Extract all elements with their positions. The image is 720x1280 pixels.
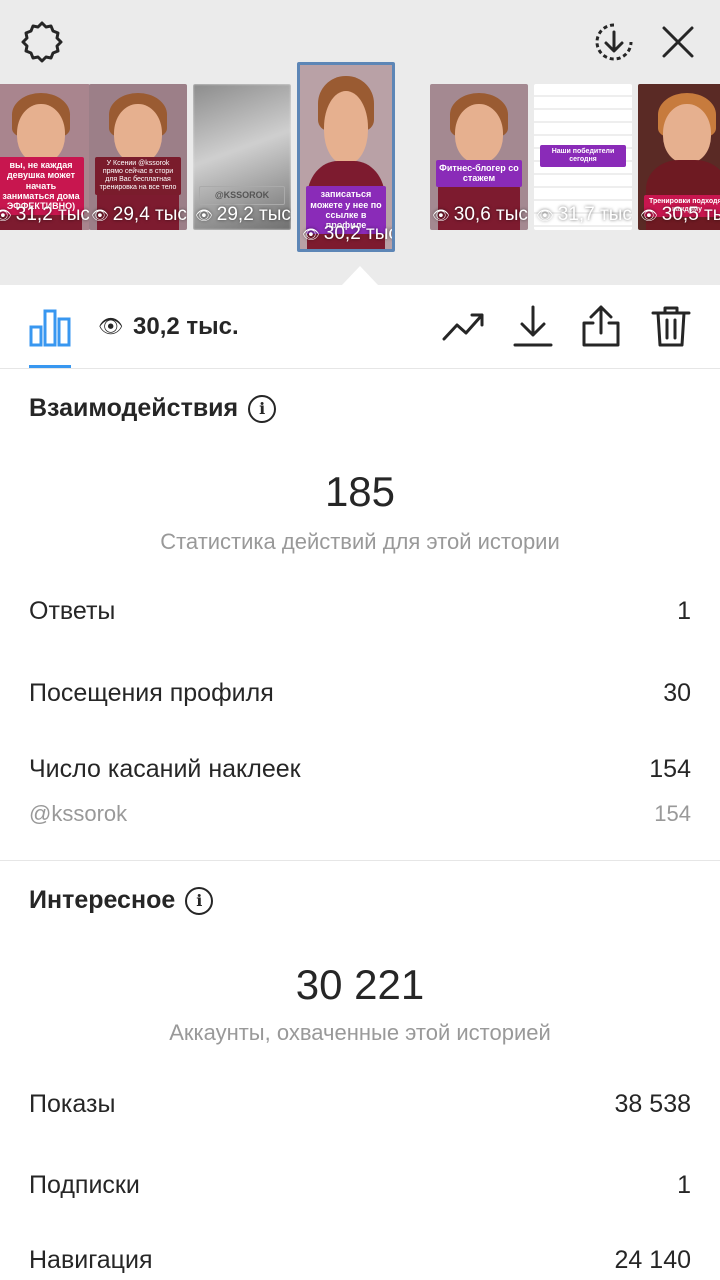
discovery-title-text: Интересное xyxy=(29,886,176,914)
stat-row-profile-visits: Посещения профиля 30 xyxy=(29,679,691,708)
story-thumbnail[interactable]: У Ксении @kssorok прямо сейчас в стори д… xyxy=(89,84,187,230)
stat-label: Посещения профиля xyxy=(29,679,274,707)
stat-row-impressions: Показы 38 538 xyxy=(29,1090,691,1119)
info-icon[interactable]: i xyxy=(248,394,277,423)
eye-icon: 👁 xyxy=(640,206,658,223)
story-caption: Наши победители сегодня xyxy=(539,145,627,168)
stat-value: 154 xyxy=(654,801,691,826)
eye-icon: 👁 xyxy=(302,225,320,242)
discovery-section-title: Интересное i xyxy=(29,886,214,915)
eye-icon: 👁 xyxy=(0,206,12,223)
story-caption: Фитнес-блогер со стажем xyxy=(435,159,523,187)
stat-value: 24 140 xyxy=(614,1246,691,1274)
close-icon[interactable] xyxy=(656,20,700,64)
trend-icon[interactable] xyxy=(442,305,484,347)
story-views: 👁30,5 тыс. xyxy=(640,204,720,225)
story-caption: У Ксении @kssorok прямо сейчас в стори д… xyxy=(94,157,182,196)
share-icon[interactable] xyxy=(580,305,622,347)
stat-label: Подписки xyxy=(29,1171,140,1199)
story-views: 👁 31,7 тыс. xyxy=(536,204,632,225)
eye-icon: 👁 xyxy=(432,206,450,223)
gear-icon[interactable] xyxy=(20,20,64,64)
interactions-title-text: Взаимодействия xyxy=(29,394,239,422)
story-thumbnail[interactable]: @KSSOROK 👁 29,2 тыс. xyxy=(193,84,291,230)
stat-label: Ответы xyxy=(29,597,116,625)
download-icon[interactable] xyxy=(512,305,554,347)
stat-row-replies: Ответы 1 xyxy=(29,597,691,626)
eye-icon: 👁 xyxy=(91,206,109,223)
eye-icon: 👁 xyxy=(536,206,554,223)
selected-story-pointer xyxy=(342,266,378,285)
interactions-total: 185 xyxy=(324,468,396,515)
discovery-total: 30 221 xyxy=(295,961,425,1008)
stat-row-sticker-mention: @kssorok 154 xyxy=(29,801,691,827)
stat-value: 30 xyxy=(663,679,691,707)
story-views: 👁 30,6 тыс. xyxy=(432,204,528,225)
stat-value: 1 xyxy=(677,597,691,625)
story-views: 👁30,2 тыс. xyxy=(302,223,392,244)
info-icon[interactable]: i xyxy=(185,886,214,915)
insights-bars-icon[interactable] xyxy=(29,305,71,347)
stat-row-navigation: Навигация 24 140 xyxy=(29,1246,691,1275)
trash-icon[interactable] xyxy=(650,305,692,347)
story-thumbnail[interactable]: Тренировки подходят каждому 👁30,5 тыс. xyxy=(638,84,720,230)
story-views: 👁 29,2 тыс. xyxy=(195,204,291,225)
eye-icon: 👁 xyxy=(98,316,124,338)
interactions-section-title: Взаимодействия i xyxy=(29,394,277,423)
story-caption: @KSSOROK xyxy=(198,186,286,205)
story-thumbnail[interactable]: вы, не каждая девушка может начать заним… xyxy=(0,84,90,230)
stat-value: 154 xyxy=(649,755,691,783)
stat-value: 38 538 xyxy=(614,1090,691,1118)
stat-label: @kssorok xyxy=(29,801,128,826)
story-thumbnail-selected[interactable]: записаться можете у нее по ссылке в проф… xyxy=(297,62,395,252)
section-divider xyxy=(0,860,720,861)
story-toolbar: 👁 30,2 тыс. xyxy=(0,285,720,369)
active-tab-indicator xyxy=(29,365,71,368)
story-views: 👁 31,2 тыс. xyxy=(0,204,90,226)
story-carousel-header: вы, не каждая девушка может начать заним… xyxy=(0,0,720,285)
view-count: 30,2 тыс. xyxy=(133,313,239,340)
discovery-subtitle: Аккаунты, охваченные этой историей xyxy=(169,1020,551,1045)
stat-value: 1 xyxy=(677,1171,691,1199)
stat-label: Показы xyxy=(29,1090,116,1118)
interactions-subtitle: Статистика действий для этой истории xyxy=(160,529,560,554)
download-circle-icon[interactable] xyxy=(592,20,636,64)
story-thumbnail[interactable]: Фитнес-блогер со стажем 👁 30,6 тыс. xyxy=(430,84,528,230)
stat-row-follows: Подписки 1 xyxy=(29,1171,691,1200)
stat-label: Навигация xyxy=(29,1246,153,1274)
eye-icon: 👁 xyxy=(195,206,213,223)
story-views: 👁 29,4 тыс. xyxy=(91,204,187,225)
story-thumbnail-strip: вы, не каждая девушка может начать заним… xyxy=(0,62,720,252)
story-thumbnail[interactable]: Наши победители сегодня 👁 31,7 тыс. xyxy=(534,84,632,230)
stat-label: Число касаний наклеек xyxy=(29,755,301,783)
stat-row-sticker-taps: Число касаний наклеек 154 xyxy=(29,755,691,784)
